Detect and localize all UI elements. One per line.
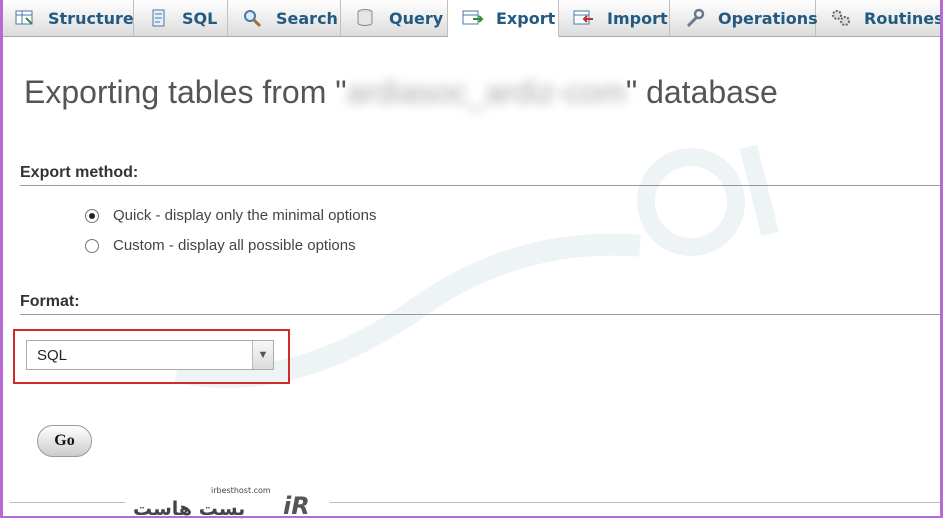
chevron-down-icon[interactable]: ▼ [252,341,273,369]
brand-wordmark-icon: بست هاست [133,498,246,520]
query-icon [355,8,377,28]
tab-structure[interactable]: Structure [0,0,134,36]
tab-routines[interactable]: Routines [816,0,943,36]
search-icon [242,8,264,28]
radio-option-quick[interactable]: Quick - display only the minimal options [85,207,376,224]
radio-option-custom[interactable]: Custom - display all possible options [85,237,356,254]
tab-export[interactable]: Export [448,0,559,37]
tab-bar: Structure SQL Search Query Export Import [0,0,943,37]
tab-query[interactable]: Query [341,0,448,36]
format-label: Format: [20,293,80,310]
radio-custom[interactable] [85,238,99,253]
tab-search[interactable]: Search [228,0,341,36]
tab-import[interactable]: Import [559,0,670,36]
radio-quick[interactable] [85,208,99,223]
database-name: ardiasoc_ardiz-com [346,74,626,110]
import-icon [573,8,595,28]
tab-operations[interactable]: Operations [670,0,818,36]
format-select[interactable]: SQL ▼ [26,340,274,370]
export-icon [462,8,484,28]
wrench-icon [684,8,706,28]
divider [20,314,940,315]
page-title: Exporting tables from "ardiasoc_ardiz-co… [24,74,778,110]
tab-sql[interactable]: SQL [134,0,228,36]
gears-icon [830,8,852,28]
go-button[interactable]: Go [37,425,92,457]
brand-logo: irbesthost.com بست هاست iR [125,486,330,520]
export-method-label: Export method: [20,164,139,181]
sql-icon [148,8,170,28]
divider [20,185,940,186]
structure-icon [14,8,36,28]
